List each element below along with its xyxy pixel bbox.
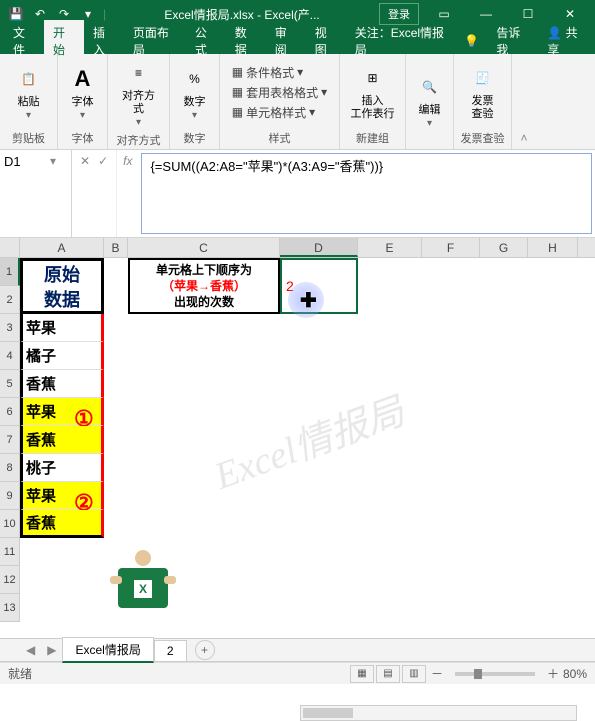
group-clipboard: 剪贴板 [4, 128, 53, 149]
tab-nav-next-icon[interactable]: ▶ [47, 643, 56, 657]
cell-D1[interactable]: 2 [280, 258, 358, 314]
cancel-formula-icon[interactable]: ✕ [80, 154, 90, 168]
zoom-slider[interactable] [455, 672, 535, 676]
conditional-format-button[interactable]: ▦条件格式 ▾ [232, 64, 327, 81]
row-header-8[interactable]: 8 [0, 454, 20, 482]
mascot-image: X [108, 548, 178, 622]
row-header-5[interactable]: 5 [0, 370, 20, 398]
cond-format-icon: ▦ [232, 65, 243, 79]
zoom-level[interactable]: 80% [563, 667, 587, 681]
table-format-icon: ▦ [232, 85, 243, 99]
align-button[interactable]: ≡对齐方式▾ [112, 56, 165, 130]
view-layout-icon[interactable]: ▤ [376, 665, 400, 683]
paste-button[interactable]: 📋粘贴▾ [8, 62, 50, 123]
group-font: 字体 [62, 128, 103, 149]
horizontal-scrollbar[interactable] [300, 705, 577, 721]
collapse-ribbon-icon[interactable]: ˄ [512, 54, 536, 149]
row-header-4[interactable]: 4 [0, 342, 20, 370]
row-header-10[interactable]: 10 [0, 510, 20, 538]
cell-cursor-icon: ✚ [300, 288, 317, 313]
view-break-icon[interactable]: ▥ [402, 665, 426, 683]
cell-style-button[interactable]: ▦单元格样式 ▾ [232, 104, 327, 121]
cell-A9[interactable]: 香蕉 [20, 510, 104, 538]
insert-row-button[interactable]: ⊞插入 工作表行 [345, 61, 401, 123]
invoice-icon: 🧾 [468, 63, 498, 93]
cell-A6[interactable]: 香蕉 [20, 426, 104, 454]
lightbulb-icon[interactable]: 💡 [456, 34, 487, 48]
cell-A7[interactable]: 桃子 [20, 454, 104, 482]
col-header-B[interactable]: B [104, 238, 128, 257]
group-styles: 样式 [224, 128, 335, 149]
cell-A2[interactable]: 苹果 [20, 314, 104, 342]
magnify-icon: 🔍 [415, 72, 445, 102]
row-header-2[interactable]: 2 [0, 286, 20, 314]
formula-bar[interactable]: {=SUM((A2:A8="苹果")*(A3:A9="香蕉"))} [141, 153, 592, 234]
col-header-E[interactable]: E [358, 238, 422, 257]
col-header-H[interactable]: H [528, 238, 578, 257]
font-button[interactable]: A字体▾ [62, 62, 104, 123]
edit-button[interactable]: 🔍编辑▾ [409, 70, 451, 131]
header-original[interactable]: 原始 [20, 258, 104, 286]
row-header-9[interactable]: 9 [0, 482, 20, 510]
invoice-button[interactable]: 🧾发票 查验 [462, 61, 504, 123]
view-normal-icon[interactable]: ▦ [350, 665, 374, 683]
accept-formula-icon[interactable]: ✓ [98, 154, 108, 168]
watermark: Excel情报局 [205, 380, 410, 500]
add-sheet-button[interactable]: + [195, 640, 215, 660]
name-box[interactable]: ▾ [0, 150, 72, 237]
col-header-D[interactable]: D [280, 238, 358, 257]
cell-style-icon: ▦ [232, 105, 243, 119]
col-header-A[interactable]: A [20, 238, 104, 257]
clipboard-icon: 📋 [14, 64, 44, 94]
share-button[interactable]: 👤 共享 [538, 20, 595, 62]
status-ready: 就绪 [8, 665, 32, 682]
col-header-F[interactable]: F [422, 238, 480, 257]
sheet-tab-1[interactable]: Excel情报局 [62, 637, 153, 663]
percent-icon: % [180, 64, 210, 94]
zoom-in-icon[interactable]: ＋ [547, 665, 559, 682]
header-data[interactable]: 数据 [20, 286, 104, 314]
insert-row-icon: ⊞ [358, 63, 388, 93]
font-icon: A [68, 64, 98, 94]
tab-nav-prev-icon[interactable]: ◀ [26, 643, 35, 657]
row-header-11[interactable]: 11 [0, 538, 20, 566]
group-align: 对齐方式 [112, 130, 165, 151]
align-icon: ≡ [124, 58, 154, 88]
table-format-button[interactable]: ▦套用表格格式 ▾ [232, 84, 327, 101]
row-header-1[interactable]: 1 [0, 258, 20, 286]
group-number: 数字 [174, 128, 215, 149]
group-newgroup: 新建组 [344, 128, 401, 149]
col-header-G[interactable]: G [480, 238, 528, 257]
fx-icon[interactable]: fx [117, 150, 138, 237]
row-header-3[interactable]: 3 [0, 314, 20, 342]
row-header-7[interactable]: 7 [0, 426, 20, 454]
cell-A4[interactable]: 香蕉 [20, 370, 104, 398]
col-header-C[interactable]: C [128, 238, 280, 257]
row-header-12[interactable]: 12 [0, 566, 20, 594]
cell-A3[interactable]: 橘子 [20, 342, 104, 370]
sheet-tab-2[interactable]: 2 [154, 640, 187, 661]
cell-C1[interactable]: 单元格上下顺序为（苹果→香蕉）出现的次数 [128, 258, 280, 314]
row-header-6[interactable]: 6 [0, 398, 20, 426]
group-invoice: 发票查验 [458, 128, 507, 149]
zoom-out-icon[interactable]: － [431, 665, 443, 682]
row-header-13[interactable]: 13 [0, 594, 20, 622]
svg-text:X: X [139, 582, 147, 596]
number-button[interactable]: %数字▾ [174, 62, 216, 123]
